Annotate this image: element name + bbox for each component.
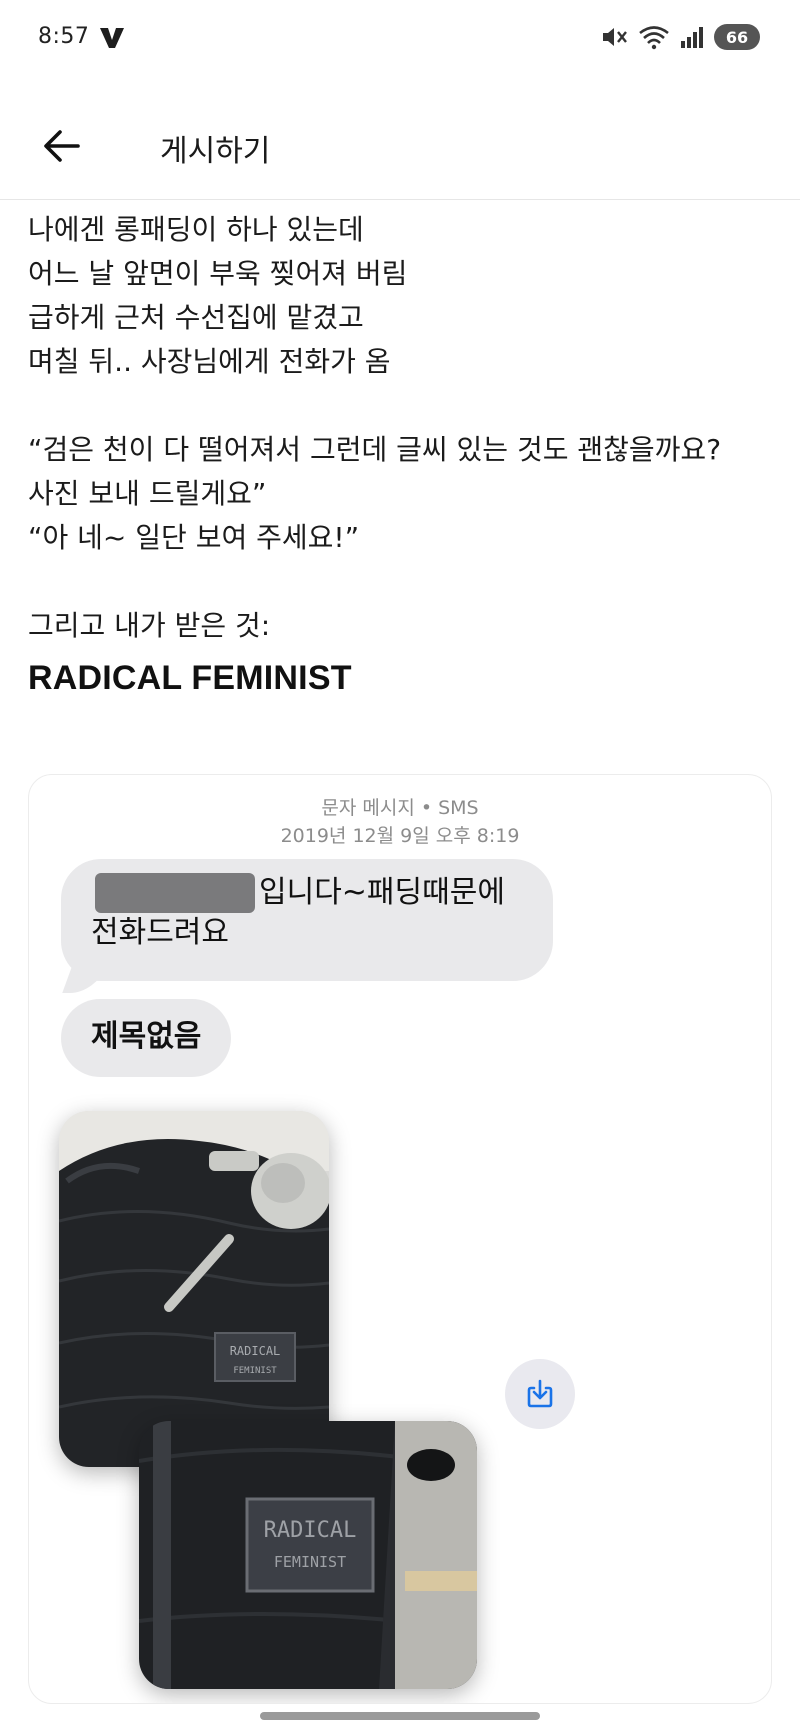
save-image-button[interactable]: [505, 1359, 575, 1429]
status-time: 8:57: [38, 24, 90, 49]
post-line: [28, 384, 778, 428]
post-line: 급하게 근처 수선집에 맡겼고: [28, 301, 364, 334]
patch-text: RADICAL: [264, 1518, 357, 1543]
message-bubble: 제목없음: [61, 999, 232, 1077]
status-bar: 8:57 66: [0, 0, 800, 80]
sms-meta-type: 문자 메시지 • SMS: [321, 797, 479, 819]
post-line: [28, 560, 778, 604]
sms-meta-date: 2019년 12월 9일 오후 8:19: [280, 825, 520, 847]
app-header: 게시하기: [0, 96, 800, 200]
post-line: 어느 날 앞면이 부욱 찢어져 버림: [28, 257, 408, 290]
patch-closeup-image: RADICAL FEMINIST: [139, 1421, 477, 1689]
jacket-photo[interactable]: RADICAL FEMINIST: [59, 1111, 329, 1467]
patch-text: FEMINIST: [233, 1366, 277, 1376]
message-text: 전화드려요: [91, 915, 229, 950]
mute-icon: [603, 28, 627, 46]
battery-icon: 66: [714, 24, 760, 50]
page-title: 게시하기: [160, 134, 271, 169]
home-indicator[interactable]: [260, 1712, 540, 1720]
patch-text: RADICAL: [230, 1344, 281, 1358]
signal-icon: [681, 27, 703, 48]
message-text: 입니다~패딩때문에: [259, 875, 505, 910]
message-bubble: 입니다~패딩때문에 전화드려요: [61, 859, 553, 993]
patch-closeup-photo[interactable]: RADICAL FEMINIST: [139, 1421, 477, 1689]
post-line: “아 네~ 일단 보여 주세요!”: [28, 521, 360, 554]
redacted-name: [95, 873, 255, 913]
download-icon: [527, 1379, 553, 1408]
post-line: “검은 천이 다 떨어져서 그런데 글씨 있는 것도 괜찮을까요?: [28, 433, 722, 466]
wifi-icon: [639, 26, 669, 50]
back-button[interactable]: [36, 120, 88, 172]
post-body: 나에겐 롱패딩이 하나 있는데 어느 날 앞면이 부욱 찢어져 버림 급하게 근…: [28, 208, 778, 704]
post-line: 그리고 내가 받은 것:: [28, 609, 271, 642]
jacket-photo-image: RADICAL FEMINIST: [59, 1111, 329, 1467]
post-line: 며칠 뒤.. 사장님에게 전화가 옴: [28, 345, 391, 378]
post-emphasis: RADICAL FEMINIST: [28, 659, 352, 697]
attached-screenshot[interactable]: 문자 메시지 • SMS 2019년 12월 9일 오후 8:19 입니다~패딩…: [28, 774, 772, 1704]
back-arrow-icon: [44, 130, 80, 162]
patch-text: FEMINIST: [274, 1553, 346, 1571]
message-text: 제목없음: [91, 1019, 202, 1054]
post-line: 사진 보내 드릴게요”: [28, 477, 267, 510]
v-app-icon: [100, 28, 124, 48]
post-line: 나에겐 롱패딩이 하나 있는데: [28, 213, 364, 246]
bubble-tail: [62, 967, 106, 993]
status-icons: 66: [600, 22, 760, 52]
